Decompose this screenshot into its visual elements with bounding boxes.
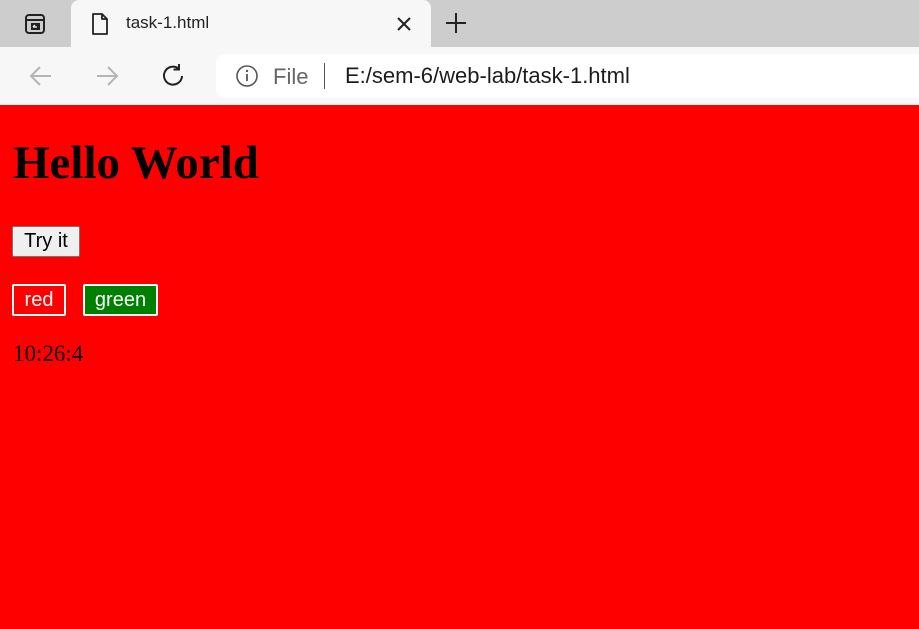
clock-text: 10:26:4 [13,341,84,366]
red-button[interactable]: red [12,284,66,316]
address-bar[interactable]: File E:/sem-6/web-lab/task-1.html [216,54,919,98]
url-text[interactable]: E:/sem-6/web-lab/task-1.html [345,63,630,89]
info-icon[interactable] [235,64,259,88]
close-icon[interactable] [394,14,414,34]
scheme-label: File [273,64,309,89]
reload-icon[interactable] [160,63,186,89]
try-it-button[interactable]: Try it [12,226,80,257]
back-arrow-icon[interactable] [28,63,54,89]
tab-strip: task-1.html [0,0,919,47]
active-tab[interactable]: task-1.html [71,0,431,47]
tab-title: task-1.html [126,13,210,32]
green-button[interactable]: green [83,284,158,316]
forward-arrow-icon[interactable] [94,63,120,89]
page-heading: Hello World [13,137,259,189]
workspaces-button[interactable] [0,0,70,47]
page-viewport: Hello World Try it red green 10:26:4 [0,105,919,629]
address-separator [324,63,325,89]
document-icon [92,13,108,35]
browser-toolbar: File E:/sem-6/web-lab/task-1.html [0,47,919,106]
plus-icon[interactable] [444,11,468,35]
workspaces-icon [25,13,45,34]
